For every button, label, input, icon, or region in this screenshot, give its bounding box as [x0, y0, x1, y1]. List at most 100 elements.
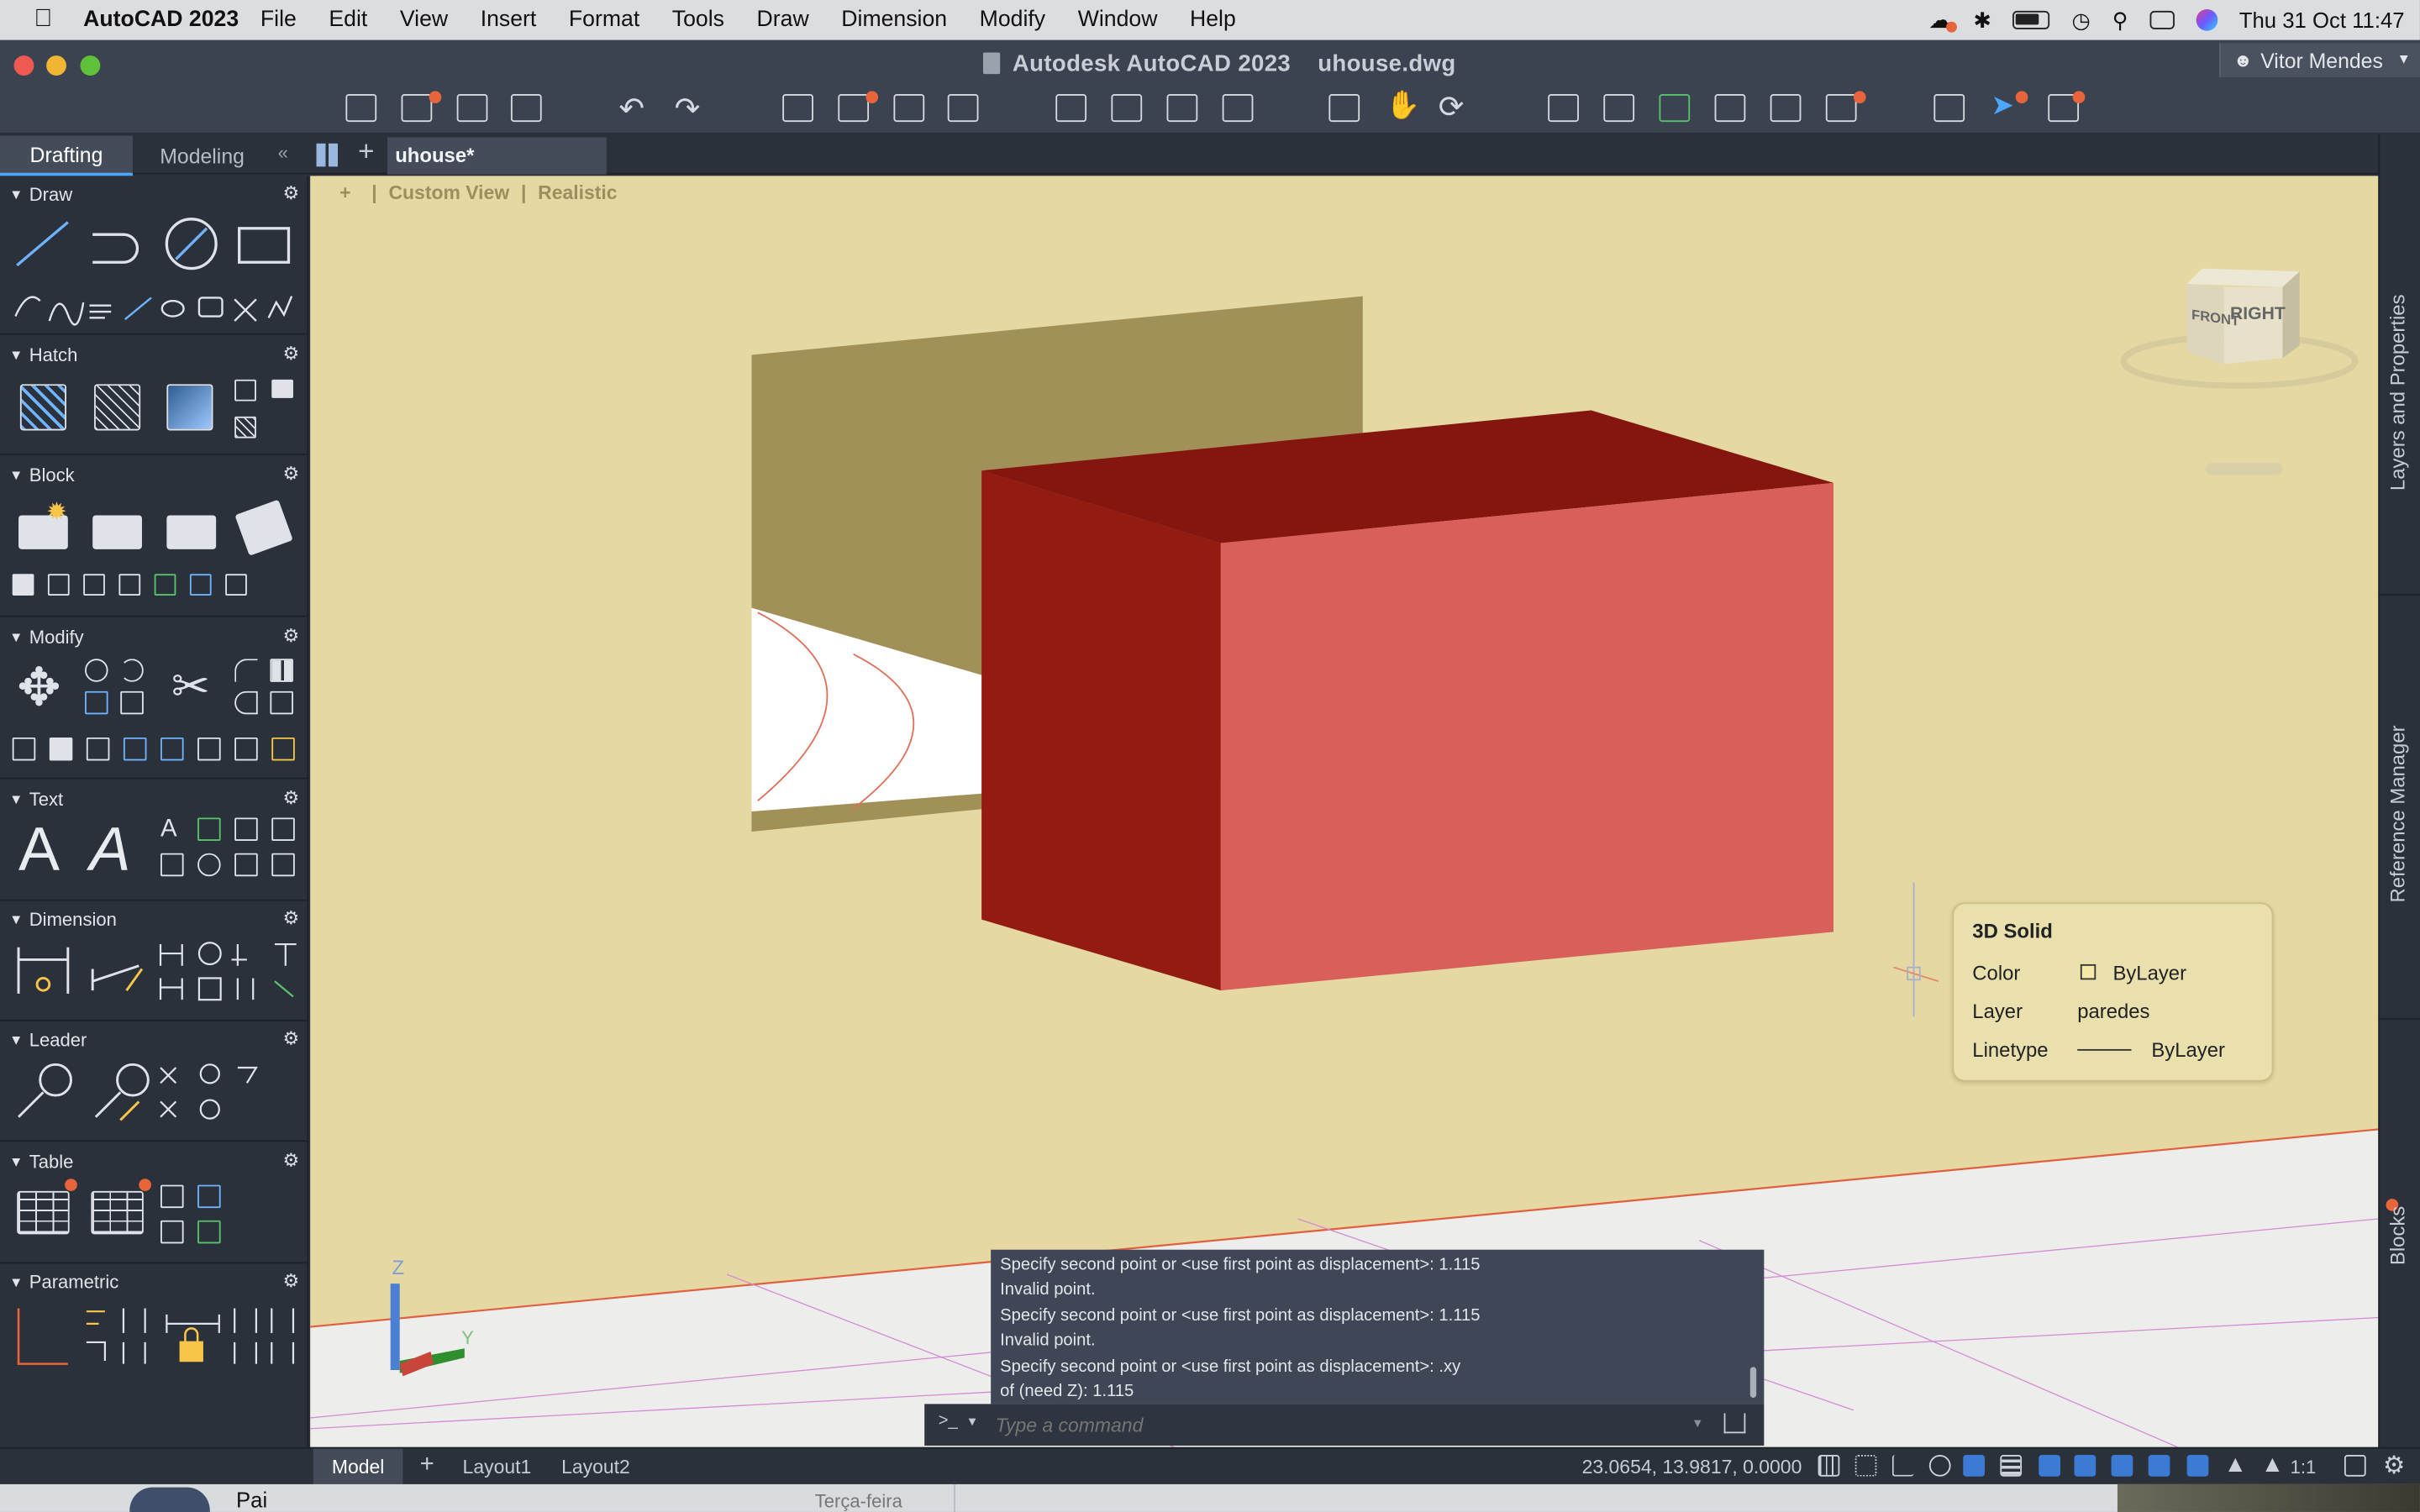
rotate-icon[interactable] [120, 659, 144, 682]
document-tab[interactable]: uhouse* [387, 137, 607, 175]
boundary-icon[interactable] [166, 384, 213, 431]
gear-icon[interactable]: ⚙ [283, 1149, 300, 1171]
layout-tab-layout2[interactable]: Layout2 [551, 1449, 641, 1486]
box-3d-icon[interactable] [270, 690, 293, 715]
data-link-icon[interactable] [160, 1184, 184, 1209]
snap-icon[interactable] [1854, 1455, 1877, 1477]
leader-edit-icon[interactable] [94, 1063, 150, 1121]
revision-cloud-icon[interactable] [234, 416, 256, 438]
single-line-text-icon[interactable]: A [90, 815, 131, 885]
tag-icon[interactable] [12, 574, 34, 596]
polyline-tool-icon[interactable] [92, 233, 139, 264]
gear-icon[interactable]: ⚙ [283, 182, 300, 204]
wifi-icon[interactable]: ◷ [2072, 7, 2091, 33]
tab-drafting[interactable]: Drafting [0, 135, 133, 176]
user-account-button[interactable]: ☻ Vitor Mendes ▼ [2219, 43, 2420, 77]
dimension-small-tools-icon[interactable] [159, 942, 297, 1001]
modify-tool-icon[interactable] [49, 737, 73, 761]
publish-icon[interactable] [947, 94, 979, 123]
annotation-scale-icon[interactable]: ▲ [2224, 1453, 2247, 1477]
pdf-import-icon[interactable] [271, 817, 295, 842]
lock-icon[interactable] [179, 1327, 203, 1362]
section-parametric[interactable]: ▼ Parametric ⚙ [0, 1265, 308, 1299]
menu-dimension[interactable]: Dimension [841, 8, 947, 32]
menu-edit[interactable]: Edit [329, 8, 367, 32]
section-leader[interactable]: ▼ Leader ⚙ [0, 1023, 308, 1057]
layout-tab-layout1[interactable]: Layout1 [452, 1449, 542, 1486]
view-name-button[interactable]: Custom View [388, 182, 509, 204]
match-properties-icon[interactable] [1603, 94, 1635, 123]
minimize-window-button[interactable] [46, 55, 66, 76]
send-icon[interactable]: ➤ [1991, 90, 2014, 123]
battery-icon[interactable] [2012, 10, 2050, 29]
undo-icon[interactable]: ↶ [619, 90, 645, 129]
line-tool-icon[interactable] [16, 221, 69, 267]
page-setup-icon[interactable] [893, 94, 925, 123]
fillet-icon[interactable] [234, 659, 258, 682]
spell-check-icon[interactable] [197, 817, 221, 842]
creative-cloud-icon[interactable]: ☁ [1928, 6, 1957, 34]
text-style-icon[interactable]: A [160, 817, 184, 842]
section-block[interactable]: ▼ Block ⚙ [0, 458, 308, 491]
offset-icon[interactable] [234, 690, 258, 715]
new-drawing-icon[interactable] [345, 94, 377, 123]
autodesk-app-store-icon[interactable] [1659, 94, 1691, 123]
command-prompt-icon[interactable]: >_ [939, 1412, 958, 1431]
collapse-palette-icon[interactable]: « [278, 142, 288, 164]
bluetooth-icon[interactable]: ✱ [1973, 7, 1991, 33]
visual-style-button[interactable]: Realistic [538, 182, 617, 204]
leader-small-tools-icon[interactable] [160, 1063, 258, 1120]
menu-tools[interactable]: Tools [672, 8, 724, 32]
wipeout-icon[interactable] [271, 379, 293, 398]
text-list-icon[interactable] [234, 817, 258, 842]
section-hatch[interactable]: ▼ Hatch ⚙ [0, 338, 308, 371]
array-icon[interactable] [270, 659, 293, 682]
design-center-icon[interactable] [1770, 94, 1802, 123]
edit-block-icon[interactable] [166, 515, 217, 549]
block-attr-icon[interactable] [225, 574, 247, 596]
mirror-icon[interactable] [85, 690, 108, 715]
siri-icon[interactable] [2196, 9, 2218, 31]
stretch-icon[interactable] [120, 690, 144, 715]
control-center-icon[interactable] [2149, 10, 2175, 29]
create-block-icon[interactable] [92, 515, 142, 549]
open-folder-icon[interactable] [401, 94, 433, 123]
menu-insert[interactable]: Insert [481, 8, 537, 32]
save-icon[interactable] [456, 94, 488, 123]
gear-icon[interactable]: ⚙ [2383, 1450, 2405, 1481]
menu-modify[interactable]: Modify [980, 8, 1045, 32]
region-icon[interactable] [234, 379, 256, 402]
block-attr-icon[interactable] [118, 574, 141, 596]
pdf-text-icon[interactable] [271, 853, 295, 877]
multiline-text-icon[interactable]: A [18, 815, 60, 885]
save-as-icon[interactable] [510, 94, 542, 123]
export-icon[interactable] [1111, 94, 1143, 123]
zoom-window-button[interactable] [80, 55, 101, 76]
menu-file[interactable]: File [260, 8, 297, 32]
chevron-down-icon[interactable]: ▼ [966, 1415, 979, 1429]
tab-modeling[interactable]: Modeling [136, 136, 269, 176]
app-name-menu[interactable]: AutoCAD 2023 [83, 8, 239, 32]
viewport-menu-button[interactable]: + [339, 182, 350, 204]
small-draw-tools-icon[interactable] [14, 296, 293, 326]
new-tab-icon[interactable]: + [358, 136, 374, 169]
annotation-visibility-icon[interactable] [2186, 1455, 2209, 1477]
orbit-icon[interactable]: ⟳ [1439, 88, 1465, 127]
block-attr-icon[interactable] [47, 574, 70, 596]
modify-tool-icon[interactable] [234, 737, 258, 761]
table-edit-icon[interactable] [91, 1190, 144, 1235]
copy-icon[interactable] [85, 659, 108, 682]
dimension-edit-icon[interactable] [91, 964, 144, 992]
clock[interactable]: Thu 31 Oct 11:47 [2239, 8, 2405, 32]
ortho-icon[interactable] [1891, 1455, 1914, 1477]
text-edit-icon[interactable] [160, 853, 184, 877]
attach-icon[interactable] [1166, 94, 1198, 123]
gradient-icon[interactable] [94, 384, 141, 431]
block-attr-icon[interactable] [83, 574, 105, 596]
linear-dimension-icon[interactable] [17, 947, 70, 994]
close-window-button[interactable] [13, 55, 34, 76]
gear-icon[interactable]: ⚙ [283, 907, 300, 929]
multileader-icon[interactable] [18, 1063, 72, 1118]
compare-icon[interactable] [1933, 94, 1965, 123]
gear-icon[interactable]: ⚙ [283, 463, 300, 485]
